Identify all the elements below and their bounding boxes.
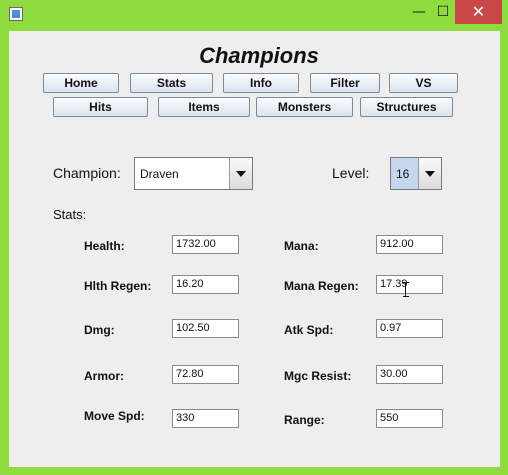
dmg-field[interactable]: 102.50 <box>172 319 239 338</box>
nav-filter-button[interactable]: Filter <box>310 73 380 93</box>
armor-field[interactable]: 72.80 <box>172 365 239 384</box>
health-field[interactable]: 1732.00 <box>172 235 239 254</box>
armor-label: Armor: <box>84 369 125 383</box>
move-spd-field[interactable]: 330 <box>172 409 239 428</box>
range-label: Range: <box>284 413 325 427</box>
chevron-down-icon[interactable] <box>418 158 441 189</box>
mana-regen-label: Mana Regen: <box>284 279 359 293</box>
hlth-regen-field[interactable]: 16.20 <box>172 275 239 294</box>
atk-spd-field[interactable]: 0.97 <box>376 319 443 338</box>
range-field[interactable]: 550 <box>376 409 443 428</box>
nav-structures-button[interactable]: Structures <box>360 97 453 117</box>
nav-monsters-button[interactable]: Monsters <box>256 97 353 117</box>
nav-items-button[interactable]: Items <box>158 97 250 117</box>
title-bar[interactable]: — ☐ ✕ <box>0 0 508 30</box>
mgc-resist-field[interactable]: 30.00 <box>376 365 443 384</box>
nav-info-button[interactable]: Info <box>223 73 299 93</box>
dmg-label: Dmg: <box>84 323 115 337</box>
maximize-button[interactable]: ☐ <box>428 0 458 24</box>
mgc-resist-label: Mgc Resist: <box>284 369 352 383</box>
champion-selected-value: Draven <box>140 167 179 181</box>
champion-label: Champion: <box>53 165 121 181</box>
level-selected-value: 16 <box>396 167 410 181</box>
content-panel: Champions Home Stats Info Filter VS Hits… <box>9 31 500 467</box>
text-cursor-icon <box>403 282 409 297</box>
java-app-icon[interactable] <box>9 7 23 21</box>
close-button[interactable]: ✕ <box>455 0 502 24</box>
mana-field[interactable]: 912.00 <box>376 235 443 254</box>
page-title: Champions <box>199 43 319 68</box>
level-select[interactable]: 16 <box>390 157 442 190</box>
nav-vs-button[interactable]: VS <box>389 73 458 93</box>
nav-home-button[interactable]: Home <box>43 73 119 93</box>
health-label: Health: <box>84 239 125 253</box>
hlth-regen-label: Hlth Regen: <box>84 279 152 293</box>
atk-spd-label: Atk Spd: <box>284 323 334 337</box>
move-spd-label: Move Spd: <box>84 409 145 423</box>
level-label: Level: <box>332 165 370 181</box>
mana-label: Mana: <box>284 239 319 253</box>
stats-heading: Stats: <box>53 207 87 222</box>
chevron-down-icon[interactable] <box>229 158 252 189</box>
nav-hits-button[interactable]: Hits <box>53 97 148 117</box>
nav-stats-button[interactable]: Stats <box>130 73 213 93</box>
champion-select[interactable]: Draven <box>134 157 253 190</box>
mana-regen-field[interactable]: 17.39 <box>376 275 443 294</box>
